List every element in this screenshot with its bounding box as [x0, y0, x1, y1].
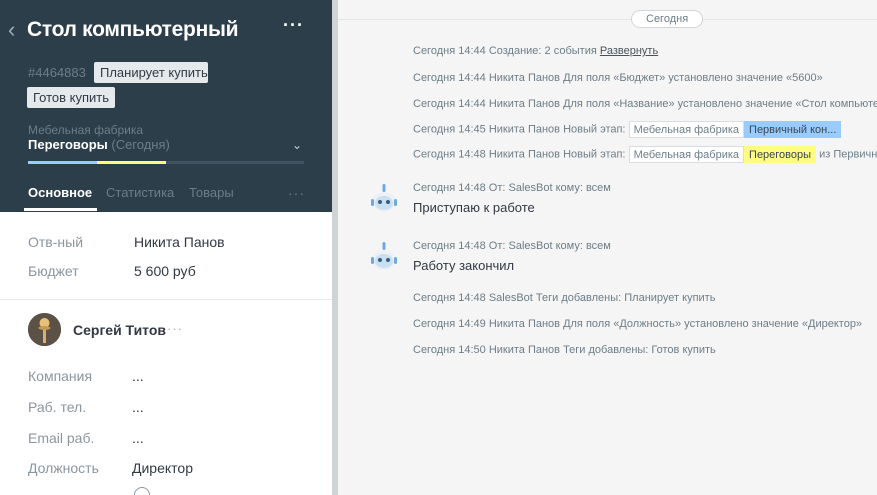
field-label: Бюджет	[28, 263, 79, 279]
tab-products[interactable]: Товары	[189, 185, 234, 201]
avatar[interactable]	[28, 313, 61, 346]
event-text: Никита Панов Теги добавлены: Готов купит…	[488, 344, 716, 356]
chevron-down-icon[interactable]: ⌄	[292, 138, 302, 152]
day-separator-line	[338, 19, 877, 20]
message-meta: Сегодня 14:48 От: SalesBot кому: всем	[413, 240, 611, 252]
stage-progress-fill	[28, 161, 166, 164]
lead-header: ‹ Стол компьютерный ··· #4464883 Планиру…	[0, 0, 332, 212]
field-value[interactable]: ...	[132, 398, 144, 416]
event-time: Сегодня 14:44	[413, 45, 486, 57]
pipeline-chip: Мебельная фабрика	[628, 146, 745, 163]
field-label: Отв-ный	[28, 234, 84, 250]
tabs-more-icon[interactable]: ···	[288, 185, 305, 201]
active-tab-indicator	[24, 208, 97, 211]
radio-toggle[interactable]	[134, 487, 150, 495]
event-text: Никита Панов Для поля «Должность» устано…	[488, 318, 863, 330]
field-label: Должность	[28, 460, 99, 476]
event-text: Создание: 2 события	[488, 45, 597, 57]
section-divider	[0, 299, 332, 300]
feed-event: Сегодня 14:45 Никита Панов Новый этап: М…	[413, 121, 842, 138]
field-label: Email раб.	[28, 430, 95, 446]
feed-event: Сегодня 14:44 Никита Панов Для поля «Наз…	[413, 96, 877, 112]
message-text: Приступаю к работе	[413, 200, 535, 215]
event-time: Сегодня 14:44	[413, 72, 486, 84]
lead-title[interactable]: Стол компьютерный	[27, 16, 239, 44]
field-value[interactable]: ...	[132, 367, 144, 385]
message-text: Работу закончил	[413, 258, 515, 273]
feed-event: Сегодня 14:48 Никита Панов Новый этап: М…	[413, 146, 877, 163]
event-time: Сегодня 14:48	[413, 148, 486, 161]
event-text: SalesBot Теги добавлены: Планирует купит…	[488, 292, 716, 304]
feed-event: Сегодня 14:49 Никита Панов Для поля «Дол…	[413, 316, 862, 332]
event-time: Сегодня 14:49	[413, 318, 486, 330]
event-text: Никита Панов Новый этап:	[488, 148, 626, 161]
ellipsis-icon[interactable]: ···	[283, 15, 304, 36]
field-value[interactable]: 5 600 руб	[134, 262, 196, 280]
tag-plans-to-buy[interactable]: Планирует купить	[94, 62, 208, 83]
feed-event: Сегодня 14:50 Никита Панов Теги добавлен…	[413, 342, 716, 358]
field-label: Раб. тел.	[28, 399, 87, 415]
chevron-left-icon[interactable]: ‹	[8, 17, 15, 43]
message-meta: Сегодня 14:48 От: SalesBot кому: всем	[413, 182, 611, 194]
event-text: Никита Панов Новый этап:	[488, 123, 626, 136]
event-text: Никита Панов Для поля «Название» установ…	[488, 98, 877, 110]
lead-tabs: Основное Статистика Товары ···	[24, 185, 305, 212]
feed-event: Сегодня 14:44 Создание: 2 события Развер…	[413, 43, 658, 59]
feed-event: Сегодня 14:48 SalesBot Теги добавлены: П…	[413, 290, 715, 306]
contact-more-icon[interactable]: ···	[167, 321, 183, 336]
activity-feed: Сегодня Сегодня 14:44 Создание: 2 событи…	[338, 0, 877, 495]
stage-selector[interactable]: Переговоры (Сегодня)	[28, 137, 170, 152]
stage-progress-bar	[28, 161, 304, 164]
day-label: Сегодня	[631, 10, 704, 28]
field-label: Компания	[28, 368, 93, 384]
event-suffix: из Первичный контакт	[819, 148, 877, 161]
tab-statistics[interactable]: Статистика	[106, 185, 174, 201]
stage-chip: Первичный кон...	[744, 121, 842, 138]
event-text: Никита Панов Для поля «Бюджет» установле…	[488, 72, 823, 84]
stage-date: (Сегодня)	[111, 137, 170, 152]
lead-card-panel: ‹ Стол компьютерный ··· #4464883 Планиру…	[0, 0, 332, 495]
event-time: Сегодня 14:50	[413, 344, 486, 356]
event-time: Сегодня 14:44	[413, 98, 486, 110]
field-value[interactable]: Никита Панов	[134, 233, 225, 251]
stage-name: Переговоры	[28, 137, 108, 152]
field-value[interactable]: ...	[132, 429, 144, 447]
bot-avatar-icon	[368, 241, 400, 273]
pipeline-name: Мебельная фабрика	[28, 123, 144, 137]
tag-ready-to-buy[interactable]: Готов купить	[27, 87, 116, 108]
event-time: Сегодня 14:48	[413, 292, 486, 304]
bot-avatar-icon	[368, 183, 400, 215]
expand-link[interactable]: Развернуть	[600, 45, 658, 57]
feed-event: Сегодня 14:44 Никита Панов Для поля «Бюд…	[413, 70, 823, 86]
field-value[interactable]: Директор	[132, 459, 193, 477]
pipeline-chip: Мебельная фабрика	[628, 121, 745, 138]
stage-chip: Переговоры	[744, 146, 817, 163]
lead-id: #4464883	[28, 65, 86, 80]
tab-main[interactable]: Основное	[28, 185, 92, 201]
contact-name[interactable]: Сергей Титов	[73, 322, 166, 338]
event-time: Сегодня 14:45	[413, 123, 486, 136]
